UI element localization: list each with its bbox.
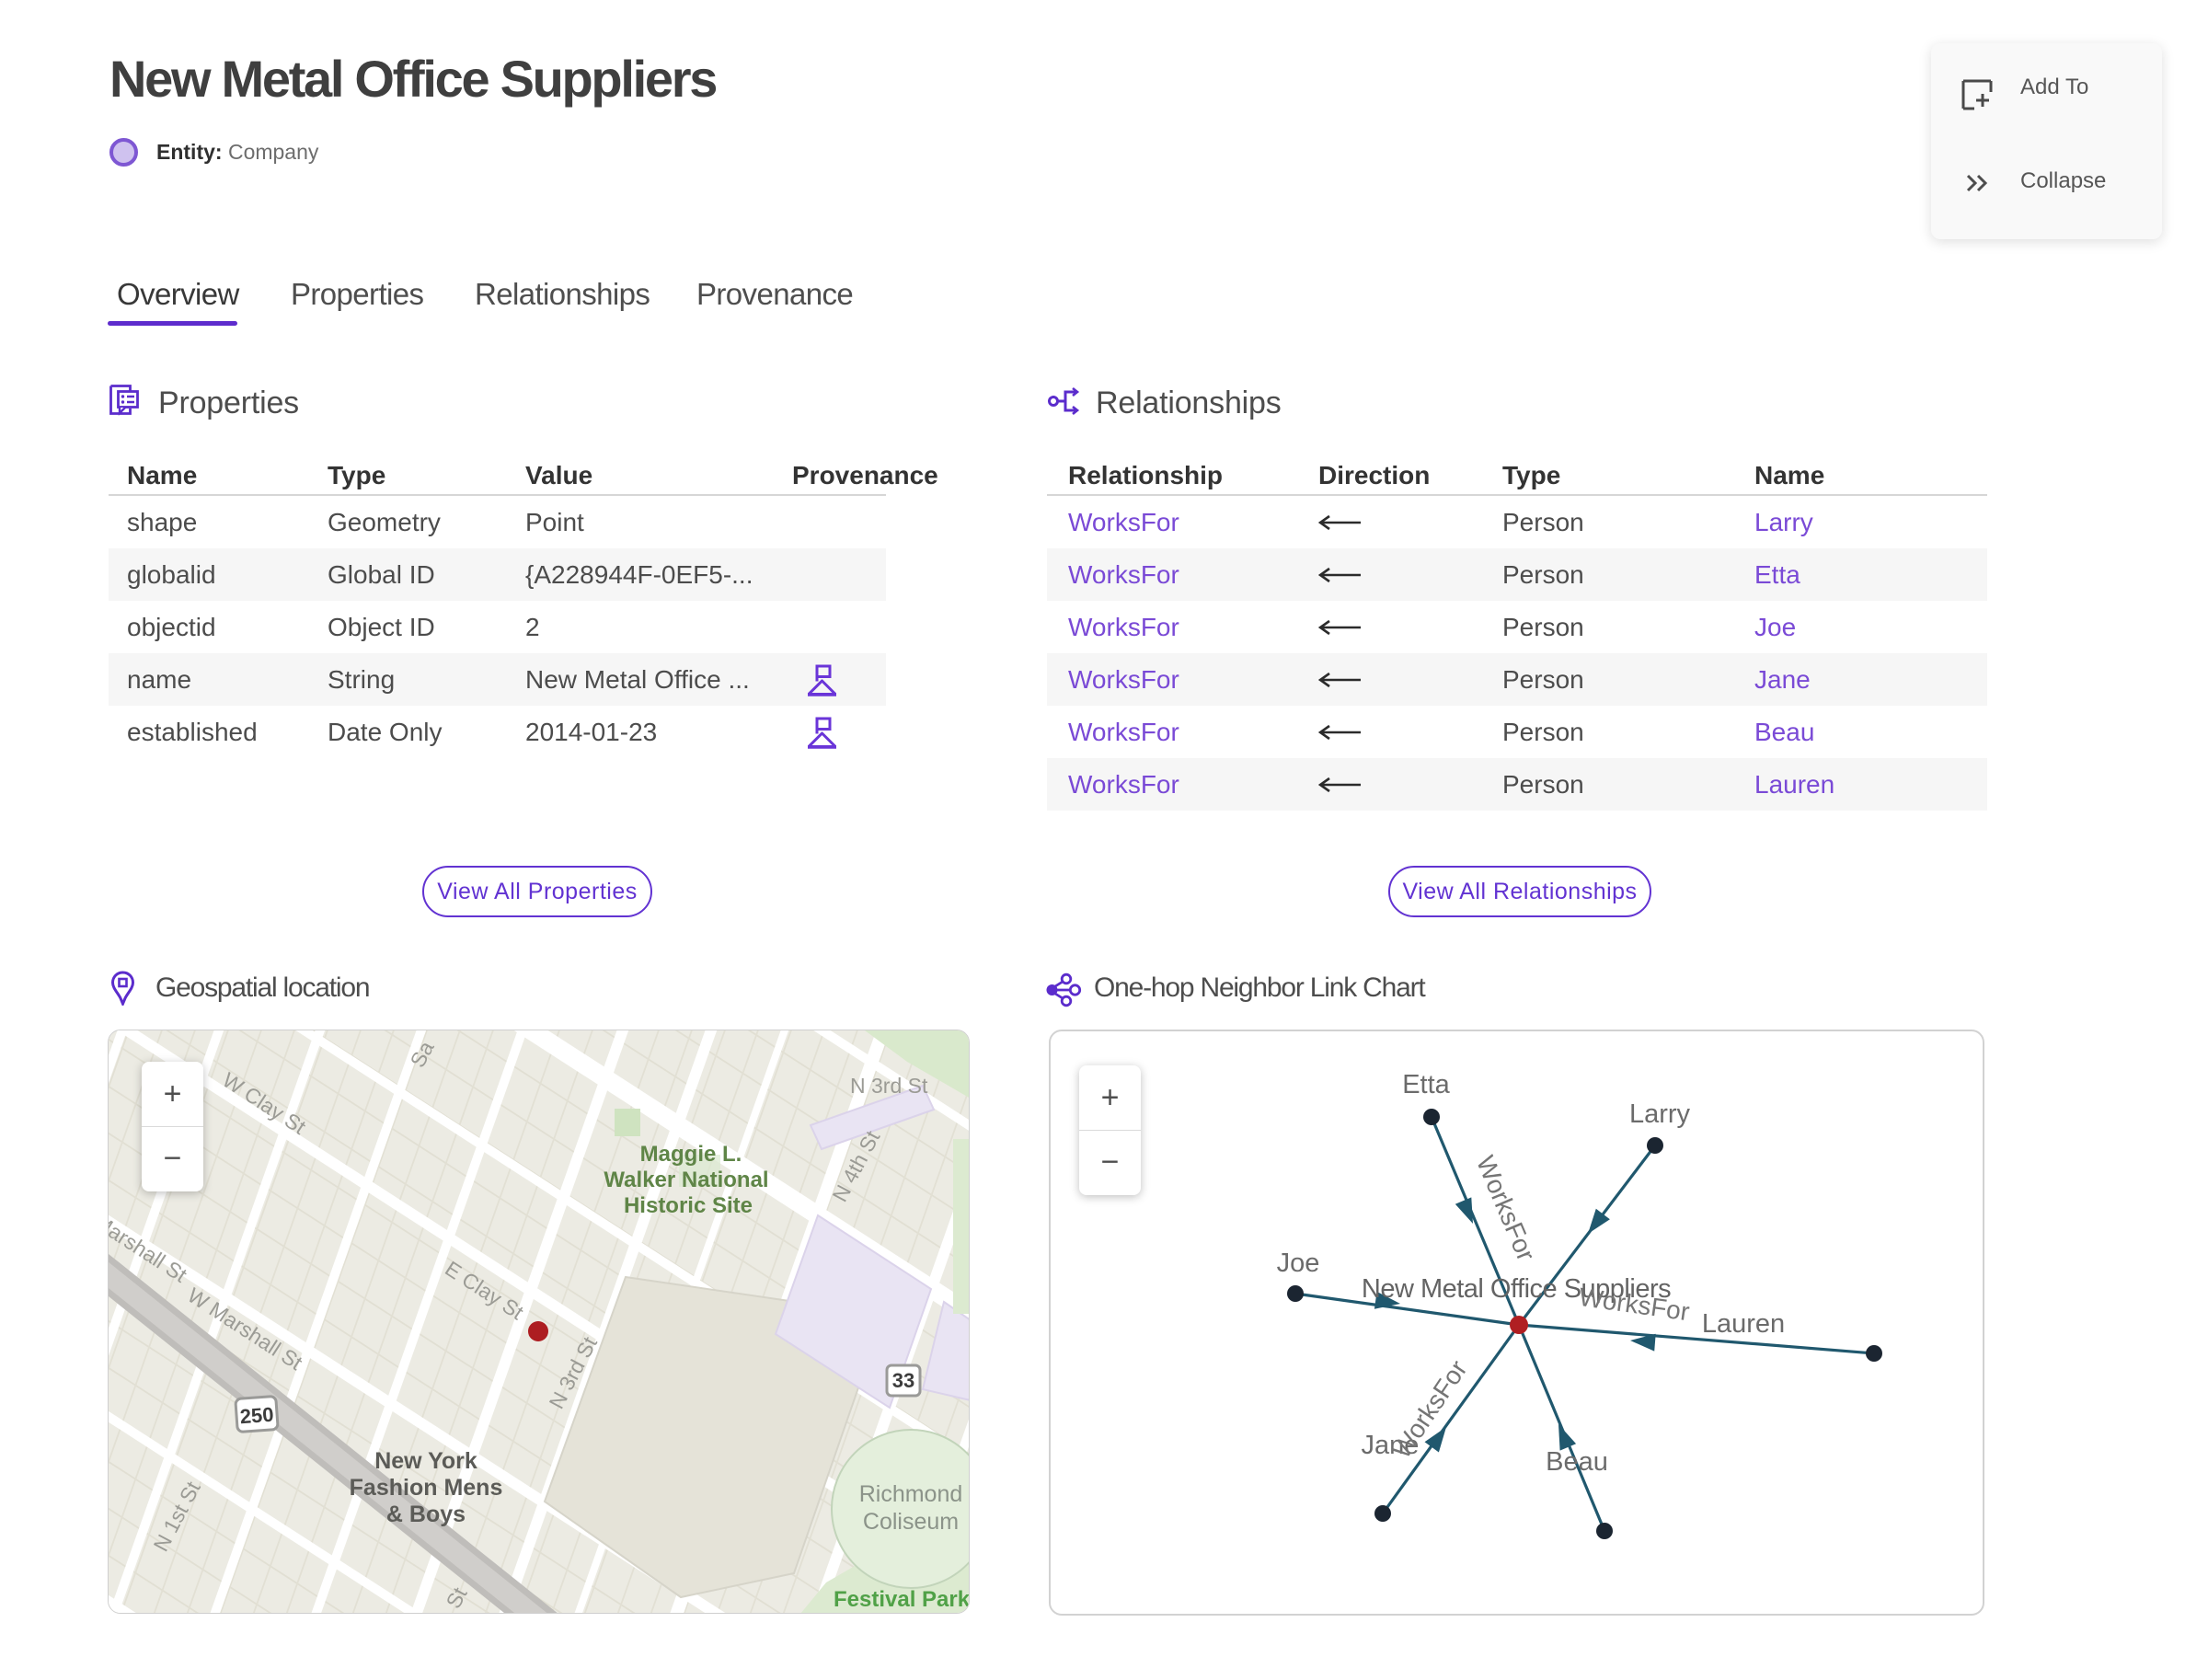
svg-text:Lauren: Lauren (1702, 1309, 1785, 1339)
svg-text:Fashion Mens: Fashion Mens (350, 1475, 503, 1501)
svg-text:33: 33 (892, 1369, 914, 1392)
svg-text:Beau: Beau (1546, 1447, 1608, 1477)
svg-text:Coliseum: Coliseum (863, 1509, 959, 1535)
svg-text:Historic Site: Historic Site (624, 1193, 753, 1218)
svg-text:250: 250 (239, 1403, 274, 1429)
svg-text:New York: New York (374, 1448, 477, 1474)
svg-text:Walker National: Walker National (604, 1168, 768, 1192)
svg-text:Festival Park: Festival Park (834, 1587, 970, 1612)
svg-text:Richmond: Richmond (859, 1481, 963, 1507)
svg-text:WorksFor: WorksFor (1577, 1283, 1691, 1327)
svg-text:Maggie L.: Maggie L. (640, 1142, 742, 1167)
svg-text:WorksFor: WorksFor (1471, 1152, 1541, 1265)
svg-text:Larry: Larry (1629, 1099, 1691, 1129)
svg-text:& Boys: & Boys (386, 1502, 466, 1527)
svg-text:N 3rd St: N 3rd St (850, 1074, 928, 1098)
svg-text:Joe: Joe (1277, 1248, 1320, 1278)
svg-text:Etta: Etta (1402, 1070, 1450, 1099)
